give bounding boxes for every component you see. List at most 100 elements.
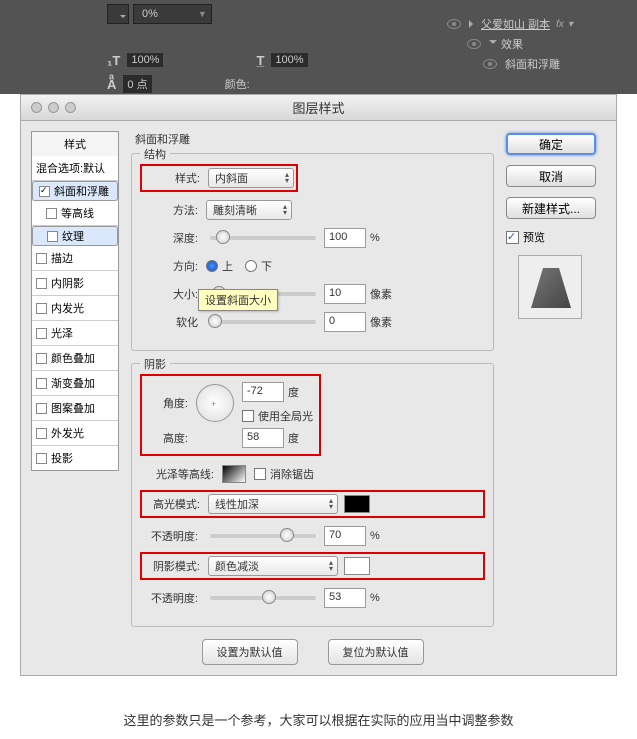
triangle-down-icon[interactable] [489,40,497,48]
tool-icon[interactable] [107,4,129,24]
size-input[interactable]: 10 [324,284,366,304]
checkbox[interactable] [36,403,47,414]
app-toolbar: 0% ▼ 父爱如山 副本 fx ▾ 效果 斜面和浮雕 ₁T 100% T̲ 10… [0,0,637,94]
dir-down-radio[interactable] [245,260,257,272]
fx-badge[interactable]: fx [556,19,564,30]
chevron-down-icon: ▼ [198,9,207,19]
style-row-innershadow[interactable]: 内阴影 [32,271,118,296]
preview-label: 预览 [523,229,545,245]
zoom-value: 0% [142,8,158,20]
effect-bevel[interactable]: 斜面和浮雕 [505,56,560,72]
checkbox[interactable] [39,186,50,197]
style-row-satin[interactable]: 光泽 [32,321,118,346]
checkbox[interactable] [36,303,47,314]
style-row-contour[interactable]: 等高线 [32,201,118,226]
cancel-button[interactable]: 取消 [506,165,596,187]
global-light-label: 使用全局光 [258,408,313,424]
style-select[interactable]: 内斜面 ▴▾ [208,168,294,188]
dir-up-label: 上 [222,258,233,274]
global-light-checkbox[interactable] [242,410,254,422]
ok-button[interactable]: 确定 [506,133,596,155]
checkbox[interactable] [36,353,47,364]
gloss-contour[interactable] [222,465,246,483]
style-row-gradoverlay[interactable]: 渐变叠加 [32,371,118,396]
checkbox[interactable] [36,253,47,264]
method-select[interactable]: 雕刻清晰 ▴▾ [206,200,292,220]
hi-op-label: 不透明度: [142,528,198,544]
hi-mode-select[interactable]: 线性加深 ▴▾ [208,494,338,514]
angle-label: 角度: [148,395,188,411]
checkbox[interactable] [36,428,47,439]
triangle-right-icon[interactable] [469,20,477,28]
layer-name[interactable]: 父爱如山 副本 [481,16,550,32]
sh-op-slider[interactable] [210,596,316,600]
style-row-outerglow[interactable]: 外发光 [32,421,118,446]
alt-input[interactable]: 58 [242,428,284,448]
style-row-coloroverlay[interactable]: 颜色叠加 [32,346,118,371]
antialias-label: 消除锯齿 [270,466,314,482]
style-row-dropshadow[interactable]: 投影 [32,446,118,470]
style-row-bevel[interactable]: 斜面和浮雕 [32,181,118,201]
group-heading: 斜面和浮雕 [135,131,494,147]
updown-icon: ▴▾ [283,204,287,216]
sh-color-swatch[interactable] [344,557,370,575]
reset-default-button[interactable]: 复位为默认值 [328,639,424,665]
checkbox[interactable] [36,278,47,289]
deg-unit: 度 [288,430,299,446]
min-dot[interactable] [48,102,59,113]
set-default-button[interactable]: 设置为默认值 [202,639,298,665]
text-size-2[interactable]: 100% [270,52,308,68]
eye-icon[interactable] [467,39,481,49]
soften-slider[interactable] [210,320,316,324]
blend-options-row[interactable]: 混合选项:默认 [32,156,118,181]
sh-op-label: 不透明度: [142,590,198,606]
style-row-patternoverlay[interactable]: 图案叠加 [32,396,118,421]
text-size-1[interactable]: 100% [126,52,164,68]
dir-up-radio[interactable] [206,260,218,272]
depth-input[interactable]: 100 [324,228,366,248]
soften-input[interactable]: 0 [324,312,366,332]
checkbox[interactable] [36,453,47,464]
hi-op-slider[interactable] [210,534,316,538]
angle-wheel[interactable] [196,384,234,422]
deg-unit: 度 [288,384,299,400]
angle-input[interactable]: -72 [242,382,284,402]
method-label: 方法: [142,202,198,218]
effects-label[interactable]: 效果 [501,36,523,52]
dialog-title: 图层样式 [292,98,344,117]
style-row-stroke[interactable]: 描边 [32,246,118,271]
antialias-checkbox[interactable] [254,468,266,480]
soften-label: 软化 [142,314,198,330]
checkbox[interactable] [36,378,47,389]
struct-title: 结构 [140,146,170,162]
preview-thumb [518,255,582,319]
px-unit: 像素 [370,286,392,302]
depth-label: 深度: [142,230,198,246]
chevron-down-icon[interactable]: ▾ [568,19,573,30]
style-tab[interactable]: 样式 [31,131,119,156]
zoom-select[interactable]: 0% ▼ [133,4,212,24]
leading-value[interactable]: 0 点 [122,74,152,94]
hi-color-swatch[interactable] [344,495,370,513]
style-row-innerglow[interactable]: 内发光 [32,296,118,321]
preview-checkbox[interactable] [506,231,519,244]
hi-op-input[interactable]: 70 [324,526,366,546]
depth-slider[interactable] [210,236,316,240]
eye-icon[interactable] [483,59,497,69]
sh-op-input[interactable]: 53 [324,588,366,608]
zoom-dot[interactable] [65,102,76,113]
alt-label: 高度: [148,430,188,446]
new-style-button[interactable]: 新建样式... [506,197,596,219]
layer-style-dialog: 图层样式 样式 混合选项:默认 斜面和浮雕 等高线 纹理 描边 内阴影 内发光 … [20,94,617,676]
hi-mode-label: 高光模式: [144,496,200,512]
checkbox[interactable] [46,208,57,219]
dir-label: 方向: [142,258,198,274]
close-dot[interactable] [31,102,42,113]
checkbox[interactable] [36,328,47,339]
checkbox[interactable] [47,231,58,242]
eye-icon[interactable] [447,19,461,29]
updown-icon: ▴▾ [329,560,333,572]
text-size-row: ₁T 100% T̲ 100% [107,52,309,68]
sh-mode-select[interactable]: 颜色减淡 ▴▾ [208,556,338,576]
style-row-texture[interactable]: 纹理 [32,226,118,246]
